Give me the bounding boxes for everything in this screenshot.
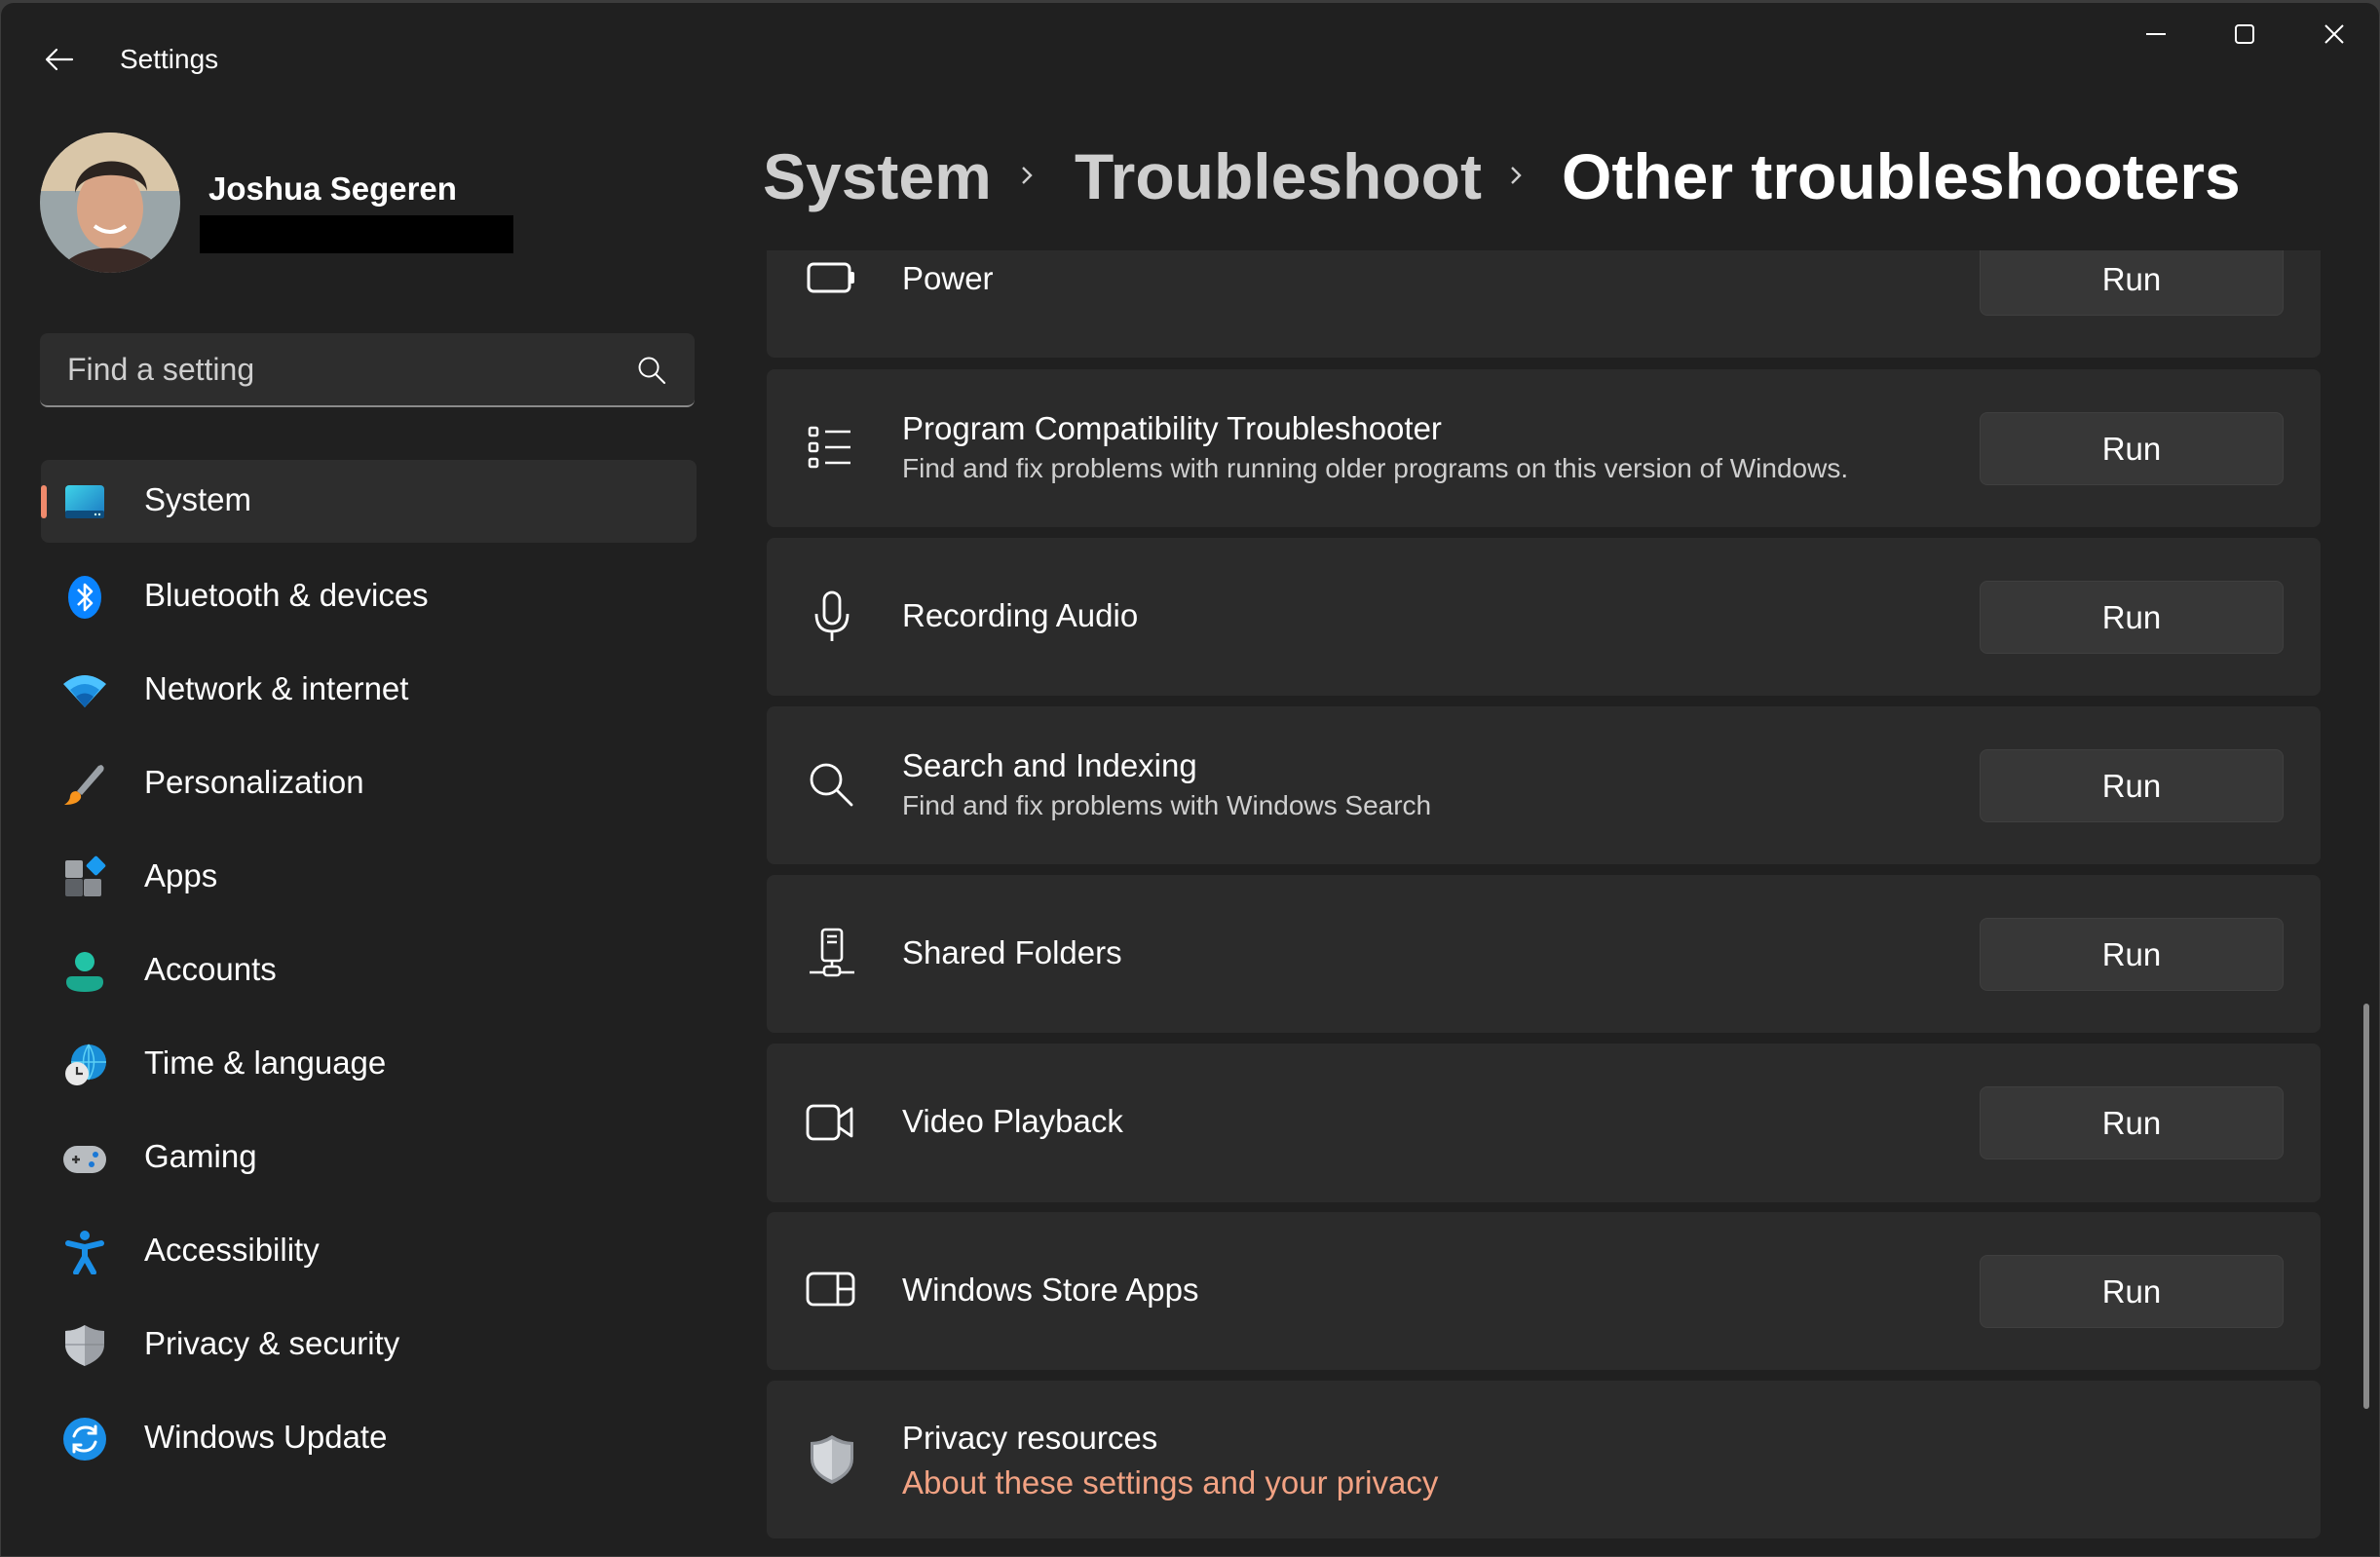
- search-box[interactable]: [40, 333, 695, 407]
- sidebar-item-time-language[interactable]: Time & language: [41, 1023, 697, 1106]
- avatar[interactable]: [40, 133, 180, 273]
- page-title: Other troubleshooters: [1562, 140, 2241, 212]
- troubleshooter-title: Recording Audio: [902, 597, 1139, 633]
- content-scrollbar[interactable]: [2363, 1004, 2369, 1409]
- run-button-program-compatibility[interactable]: Run: [1980, 412, 2284, 485]
- troubleshooter-title: Shared Folders: [902, 934, 1122, 970]
- bluetooth-icon: [68, 576, 101, 619]
- maximize-button[interactable]: [2200, 3, 2289, 65]
- chevron-right-icon: [1511, 167, 1522, 184]
- arrow-left-icon: [45, 48, 74, 71]
- troubleshooter-row-program-compatibility: Program Compatibility Troubleshooter Fin…: [767, 369, 2321, 527]
- troubleshooter-title: Windows Store Apps: [902, 1272, 1199, 1308]
- list-icon: [808, 426, 850, 469]
- app-title: Settings: [120, 44, 219, 74]
- run-button-power[interactable]: Run: [1980, 250, 2284, 316]
- troubleshooter-row-video-playback: Video Playback Run: [767, 1044, 2321, 1202]
- sidebar-item-apps[interactable]: Apps: [41, 836, 697, 919]
- search-input[interactable]: [65, 333, 615, 405]
- sidebar-item-label: Gaming: [144, 1138, 257, 1174]
- settings-window: Settings Joshua Segeren Find a setting S…: [0, 2, 2380, 1557]
- active-indicator: [41, 485, 47, 518]
- troubleshooter-title: Power: [902, 260, 994, 296]
- breadcrumb-troubleshoot[interactable]: Troubleshoot: [1075, 139, 1482, 213]
- search-icon[interactable]: [636, 355, 667, 386]
- shield-icon: [811, 1435, 853, 1484]
- run-button-shared-folders[interactable]: Run: [1980, 918, 2284, 991]
- sidebar-item-gaming[interactable]: Gaming: [41, 1117, 697, 1199]
- system-display-icon: [65, 485, 104, 518]
- privacy-resources-card: Privacy resources About these settings a…: [767, 1381, 2321, 1538]
- run-button-recording-audio[interactable]: Run: [1980, 581, 2284, 654]
- redacted-email: [200, 215, 513, 253]
- user-photo: [40, 133, 180, 273]
- privacy-resources-title: Privacy resources: [902, 1420, 1158, 1456]
- store-apps-icon: [806, 1272, 855, 1307]
- close-button[interactable]: [2289, 3, 2379, 65]
- apps-icon: [65, 855, 106, 896]
- sidebar-item-label: Time & language: [144, 1044, 387, 1081]
- paintbrush-icon: [64, 765, 104, 805]
- sidebar-item-label: System: [144, 481, 252, 517]
- search-icon: [810, 763, 853, 807]
- troubleshooter-description: Find and fix problems with running older…: [902, 453, 1849, 483]
- back-button[interactable]: [40, 40, 79, 79]
- run-button-windows-store-apps[interactable]: Run: [1980, 1255, 2284, 1328]
- sidebar-item-label: Accessibility: [144, 1232, 320, 1268]
- sidebar-item-accessibility[interactable]: Accessibility: [41, 1210, 697, 1293]
- sidebar-item-label: Network & internet: [144, 670, 409, 706]
- globe-clock-icon: [65, 1044, 106, 1085]
- maximize-icon: [2235, 24, 2254, 44]
- privacy-link[interactable]: About these settings and your privacy: [902, 1464, 1438, 1501]
- sidebar-item-label: Apps: [144, 857, 218, 893]
- sidebar-item-windows-update[interactable]: Windows Update: [41, 1397, 697, 1480]
- troubleshooter-row-power: Power Run: [767, 250, 2321, 358]
- battery-icon: [807, 262, 854, 293]
- minimize-icon: [2146, 33, 2166, 35]
- sidebar-item-network[interactable]: Network & internet: [41, 649, 697, 732]
- microphone-icon: [814, 590, 850, 641]
- troubleshooter-description: Find and fix problems with Windows Searc…: [902, 790, 1432, 820]
- troubleshooter-row-shared-folders: Shared Folders Run: [767, 875, 2321, 1033]
- sidebar-item-bluetooth[interactable]: Bluetooth & devices: [41, 555, 697, 638]
- person-icon: [66, 952, 103, 992]
- sidebar-item-label: Accounts: [144, 951, 277, 987]
- update-icon: [63, 1418, 106, 1461]
- minimize-button[interactable]: [2111, 3, 2201, 65]
- user-name: Joshua Segeren: [208, 171, 457, 207]
- troubleshooter-row-search-indexing: Search and Indexing Find and fix problem…: [767, 706, 2321, 864]
- shield-icon: [65, 1325, 104, 1366]
- chevron-right-icon: [1022, 167, 1033, 184]
- run-button-video-playback[interactable]: Run: [1980, 1086, 2284, 1159]
- accessibility-icon: [65, 1231, 104, 1274]
- troubleshooter-title: Search and Indexing: [902, 747, 1197, 783]
- sidebar-item-label: Bluetooth & devices: [144, 577, 429, 613]
- sidebar-item-accounts[interactable]: Accounts: [41, 930, 697, 1012]
- close-icon: [2324, 24, 2344, 44]
- troubleshooter-list: Power Run Program Compatibility Troubles…: [767, 250, 2321, 1556]
- gamepad-icon: [63, 1146, 106, 1173]
- sidebar-item-label: Privacy & security: [144, 1325, 400, 1361]
- sidebar-item-label: Personalization: [144, 764, 364, 800]
- breadcrumb-system[interactable]: System: [763, 139, 992, 213]
- troubleshooter-row-windows-store-apps: Windows Store Apps Run: [767, 1212, 2321, 1370]
- sidebar-item-system[interactable]: System: [41, 460, 697, 543]
- wifi-icon: [63, 675, 106, 707]
- network-drive-icon: [810, 928, 854, 977]
- troubleshooter-row-recording-audio: Recording Audio Run: [767, 538, 2321, 696]
- sidebar-item-label: Windows Update: [144, 1419, 388, 1455]
- troubleshooter-title: Video Playback: [902, 1103, 1123, 1139]
- video-camera-icon: [806, 1104, 853, 1141]
- sidebar-item-privacy-security[interactable]: Privacy & security: [41, 1304, 697, 1386]
- sidebar-item-personalization[interactable]: Personalization: [41, 742, 697, 825]
- troubleshooter-title: Program Compatibility Troubleshooter: [902, 410, 1442, 446]
- run-button-search-indexing[interactable]: Run: [1980, 749, 2284, 822]
